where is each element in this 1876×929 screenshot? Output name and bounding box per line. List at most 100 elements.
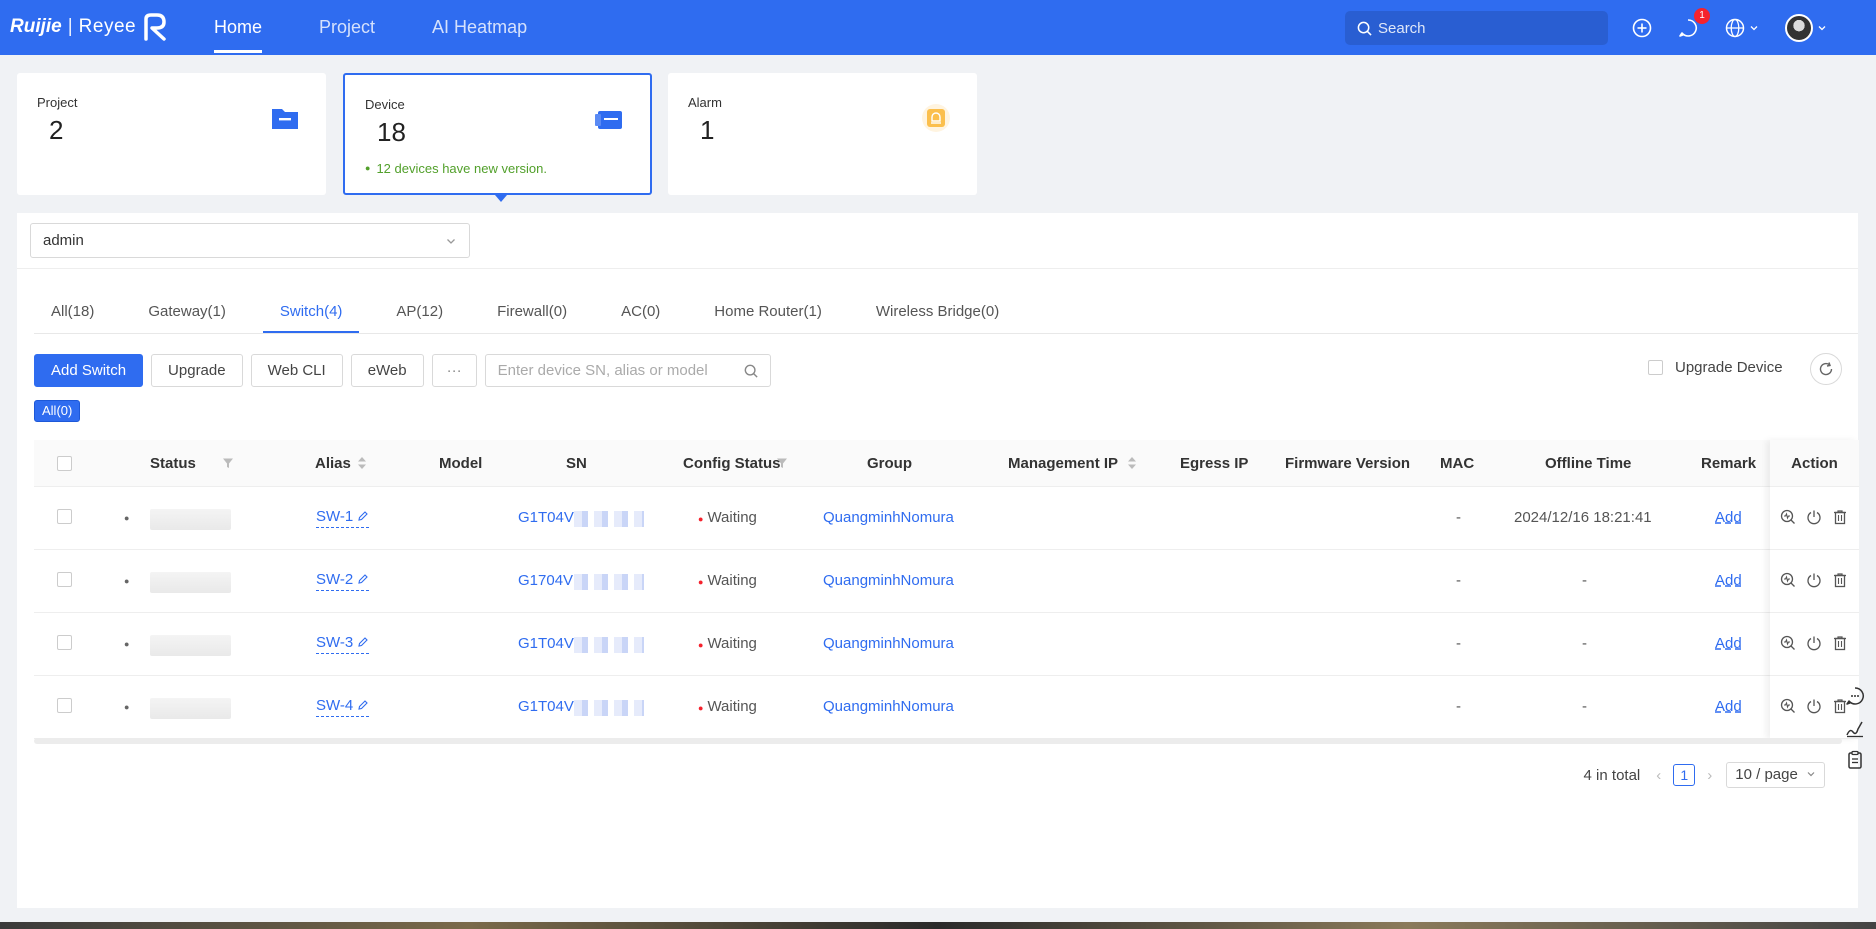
device-card[interactable]: Device 18 12 devices have new version.: [343, 73, 652, 202]
remark-add-link[interactable]: Add: [1715, 613, 1742, 675]
delete-trash-icon[interactable]: [1832, 635, 1848, 651]
eweb-button[interactable]: eWeb: [350, 354, 424, 387]
diagnose-icon[interactable]: [1780, 509, 1796, 525]
sn-link[interactable]: G1T04V: [518, 487, 574, 549]
select-all-checkbox[interactable]: [57, 456, 72, 471]
add-circle-icon[interactable]: [1630, 16, 1654, 40]
logo-separator: |: [67, 16, 73, 37]
mac-value: -: [1456, 572, 1461, 589]
group-link[interactable]: QuangminhNomura: [823, 550, 954, 612]
col-sn: SN: [566, 455, 587, 472]
diagnose-icon[interactable]: [1780, 635, 1796, 651]
alias-link[interactable]: SW-2: [316, 571, 370, 591]
action-cell: [1770, 487, 1859, 550]
ruijie-reyee-logo[interactable]: Ruijie | Reyee: [10, 12, 168, 42]
group-link[interactable]: QuangminhNomura: [823, 487, 954, 549]
tab-home-router[interactable]: Home Router(1): [697, 291, 839, 333]
row-checkbox[interactable]: [57, 572, 72, 587]
upgrade-button[interactable]: Upgrade: [151, 354, 243, 387]
edit-pencil-icon[interactable]: [357, 573, 369, 585]
header-actions: 1: [1630, 0, 1850, 55]
device-image: [150, 572, 231, 593]
edit-pencil-icon[interactable]: [357, 510, 369, 522]
remark-add-link[interactable]: Add: [1715, 676, 1742, 738]
nav-ai-heatmap[interactable]: AI Heatmap: [414, 0, 545, 55]
reboot-power-icon[interactable]: [1806, 509, 1822, 525]
upgrade-device-label: Upgrade Device: [1675, 359, 1783, 376]
filter-icon[interactable]: [776, 457, 788, 469]
col-management-ip[interactable]: Management IP: [1008, 440, 1118, 487]
row-checkbox[interactable]: [57, 635, 72, 650]
diagnose-icon[interactable]: [1780, 572, 1796, 588]
sn-redacted: [574, 574, 644, 590]
sort-icon[interactable]: [1127, 456, 1137, 470]
tab-ap[interactable]: AP(12): [379, 291, 460, 333]
nav-home[interactable]: Home: [196, 0, 280, 55]
alarm-card[interactable]: Alarm 1: [668, 73, 977, 195]
checkbox[interactable]: [1648, 360, 1663, 375]
prev-page-icon[interactable]: ‹: [1656, 767, 1661, 784]
table-row[interactable]: ● SW-4 G1T04V ● Waiting QuangminhNomura - - Add: [34, 676, 1842, 739]
alias-link[interactable]: SW-4: [316, 697, 370, 717]
table-row[interactable]: ● SW-3 G1T04V ● Waiting QuangminhNomura - - Add: [34, 613, 1842, 676]
delete-trash-icon[interactable]: [1832, 572, 1848, 588]
filter-tag-all[interactable]: All(0): [34, 400, 81, 422]
tab-switch[interactable]: Switch(4): [262, 291, 360, 333]
remark-add-link[interactable]: Add: [1715, 550, 1742, 612]
project-card[interactable]: Project 2: [17, 73, 326, 195]
reboot-power-icon[interactable]: [1806, 698, 1822, 714]
tab-wireless-bridge[interactable]: Wireless Bridge(0): [859, 291, 1016, 333]
group-link[interactable]: QuangminhNomura: [823, 676, 954, 738]
table-row[interactable]: ● SW-1 G1T04V ● Waiting QuangminhNomura - 2024…: [34, 487, 1842, 550]
remark-add-link[interactable]: Add: [1715, 487, 1742, 549]
col-action: Action: [1770, 440, 1859, 487]
page-size-select[interactable]: 10 / page: [1726, 762, 1825, 788]
diagnose-icon[interactable]: [1780, 698, 1796, 714]
next-page-icon[interactable]: ›: [1707, 767, 1712, 784]
tabs-underline: [34, 333, 1858, 334]
col-alias[interactable]: Alias: [315, 440, 351, 487]
message-icon[interactable]: 1: [1676, 7, 1710, 40]
status-dot-icon: ●: [698, 577, 704, 587]
floating-tools: [1840, 686, 1870, 770]
reboot-power-icon[interactable]: [1806, 572, 1822, 588]
sort-icon[interactable]: [357, 456, 367, 470]
add-switch-button[interactable]: Add Switch: [34, 354, 144, 387]
global-search-input[interactable]: Search: [1345, 11, 1608, 45]
tab-all[interactable]: All(18): [34, 291, 111, 333]
refresh-button[interactable]: [1810, 353, 1842, 385]
group-link[interactable]: QuangminhNomura: [823, 613, 954, 675]
row-checkbox[interactable]: [57, 698, 72, 713]
account-select[interactable]: admin: [30, 223, 470, 258]
table-body: ● SW-1 G1T04V ● Waiting QuangminhNomura - 2024…: [34, 487, 1842, 739]
more-button[interactable]: ···: [431, 354, 477, 387]
tab-gateway[interactable]: Gateway(1): [131, 291, 243, 333]
clipboard-icon[interactable]: [1845, 750, 1865, 770]
tab-firewall[interactable]: Firewall(0): [480, 291, 584, 333]
web-cli-button[interactable]: Web CLI: [250, 354, 343, 387]
device-search-input[interactable]: Enter device SN, alias or model: [484, 354, 771, 387]
feedback-sign-icon[interactable]: [1845, 718, 1865, 738]
table-row[interactable]: ● SW-2 G1704V ● Waiting QuangminhNomura - - Add: [34, 550, 1842, 613]
table-horizontal-scrollbar[interactable]: [34, 738, 1842, 744]
tab-ac[interactable]: AC(0): [604, 291, 677, 333]
alias-link[interactable]: SW-1: [316, 508, 370, 528]
delete-trash-icon[interactable]: [1832, 509, 1848, 525]
edit-pencil-icon[interactable]: [357, 699, 369, 711]
page-number[interactable]: 1: [1673, 764, 1696, 786]
upgrade-device-checkbox[interactable]: Upgrade Device: [1648, 359, 1783, 376]
alias-link[interactable]: SW-3: [316, 634, 370, 654]
sn-link[interactable]: G1T04V: [518, 613, 574, 675]
language-globe-icon[interactable]: [1722, 16, 1762, 40]
device-table: Status Alias Model SN Config Status Grou…: [34, 440, 1859, 739]
nav-project[interactable]: Project: [301, 0, 393, 55]
row-checkbox[interactable]: [57, 509, 72, 524]
chat-support-icon[interactable]: [1845, 686, 1865, 706]
sn-link[interactable]: G1704V: [518, 550, 573, 612]
reboot-power-icon[interactable]: [1806, 635, 1822, 651]
user-menu[interactable]: [1784, 13, 1828, 42]
filter-icon[interactable]: [222, 457, 234, 469]
sn-link[interactable]: G1T04V: [518, 676, 574, 738]
edit-pencil-icon[interactable]: [357, 636, 369, 648]
device-upgrade-note[interactable]: 12 devices have new version.: [365, 161, 547, 176]
